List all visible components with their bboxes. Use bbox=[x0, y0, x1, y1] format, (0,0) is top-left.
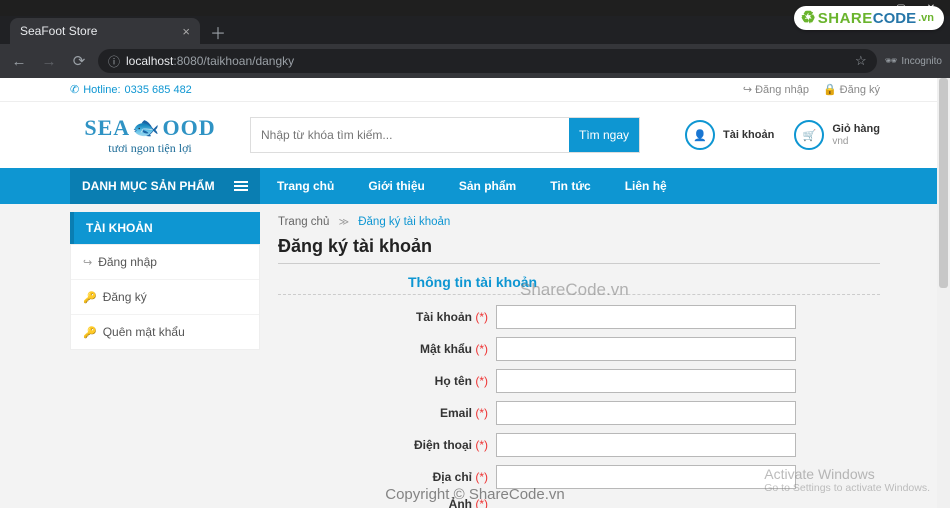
site-logo[interactable]: SEA🐟OOD tươi ngon tiện lợi bbox=[70, 109, 230, 161]
bookmark-icon[interactable]: ☆ bbox=[855, 53, 867, 69]
badge-text-1: SHARE bbox=[818, 10, 873, 27]
cart-link[interactable]: 🛒 Giỏ hàngvnd bbox=[794, 120, 880, 150]
search-button[interactable]: Tìm ngay bbox=[569, 118, 639, 152]
sharecode-badge: ♻ SHARECODE.vn bbox=[794, 6, 944, 30]
sidebar-item-icon: 🔑 bbox=[83, 291, 97, 304]
url-port: :8080 bbox=[173, 54, 203, 68]
sidebar-item-icon: 🔑 bbox=[83, 326, 97, 339]
sidebar-item-label: Đăng ký bbox=[103, 290, 147, 304]
url-host: localhost bbox=[126, 54, 173, 68]
search-form: Tìm ngay bbox=[250, 117, 640, 153]
chevron-right-icon: ≫ bbox=[339, 217, 349, 228]
category-menu-label: DANH MỤC SẢN PHẨM bbox=[82, 179, 215, 193]
field-label: Họ tên (*) bbox=[278, 374, 488, 388]
top-mini-bar: ✆ Hotline: 0335 685 482 ↪Đăng nhập 🔒Đăng… bbox=[0, 78, 950, 102]
hamburger-icon bbox=[234, 181, 248, 191]
form-section-title: Thông tin tài khoản bbox=[278, 274, 880, 295]
field-label: Tài khoản (*) bbox=[278, 310, 488, 324]
search-input[interactable] bbox=[251, 118, 569, 152]
logo-text-sea: SEA bbox=[84, 115, 130, 140]
page-viewport: ✆ Hotline: 0335 685 482 ↪Đăng nhập 🔒Đăng… bbox=[0, 78, 950, 508]
field-label: Điện thoại (*) bbox=[278, 438, 488, 452]
sidebar-item-2[interactable]: 🔑 Quên mật khẩu bbox=[71, 315, 259, 349]
new-tab-button[interactable]: ＋ bbox=[206, 20, 230, 44]
recycle-icon: ♻ bbox=[800, 8, 815, 28]
page-title: Đăng ký tài khoản bbox=[278, 236, 880, 264]
sidebar-item-1[interactable]: 🔑 Đăng ký bbox=[71, 280, 259, 315]
sidebar-item-label: Quên mật khẩu bbox=[103, 325, 185, 339]
top-register-link[interactable]: 🔒Đăng ký bbox=[823, 83, 880, 96]
logo-tagline: tươi ngon tiện lợi bbox=[108, 141, 192, 156]
back-button[interactable]: ← bbox=[8, 50, 30, 72]
breadcrumb-home[interactable]: Trang chủ bbox=[278, 216, 329, 228]
field-label: Địa chỉ (*) bbox=[278, 470, 488, 484]
nav-link-1[interactable]: Giới thiệu bbox=[351, 168, 442, 204]
nav-link-0[interactable]: Trang chủ bbox=[260, 168, 351, 204]
field-label: Email (*) bbox=[278, 406, 488, 420]
form-row-1: Mật khẩu (*) bbox=[278, 337, 880, 361]
cart-icon: 🛒 bbox=[794, 120, 824, 150]
incognito-label: Incognito bbox=[901, 56, 942, 67]
incognito-icon: 🕶 bbox=[885, 56, 898, 67]
breadcrumb: Trang chủ ≫ Đăng ký tài khoản bbox=[278, 212, 880, 236]
scrollbar-thumb[interactable] bbox=[939, 78, 948, 288]
cart-label: Giỏ hàng bbox=[832, 123, 880, 135]
nav-link-3[interactable]: Tin tức bbox=[533, 168, 607, 204]
field-label: Ảnh (*) bbox=[278, 497, 488, 508]
tab-title: SeaFoot Store bbox=[20, 24, 97, 38]
field-input-4[interactable] bbox=[496, 433, 796, 457]
hotline-label: Hotline: bbox=[83, 84, 120, 96]
site-header: SEA🐟OOD tươi ngon tiện lợi Tìm ngay 👤 Tà… bbox=[0, 102, 950, 168]
reload-button[interactable]: ⟳ bbox=[68, 50, 90, 72]
sidebar-item-icon: ↪ bbox=[83, 256, 92, 269]
nav-link-2[interactable]: Sản phẩm bbox=[442, 168, 533, 204]
top-login-link[interactable]: ↪Đăng nhập bbox=[743, 83, 809, 96]
field-input-5[interactable] bbox=[496, 465, 796, 489]
main-content: Trang chủ ≫ Đăng ký tài khoản Đăng ký tà… bbox=[278, 212, 880, 508]
close-tab-icon[interactable]: × bbox=[182, 24, 190, 39]
forward-button[interactable]: → bbox=[38, 50, 60, 72]
category-menu-button[interactable]: DANH MỤC SẢN PHẨM bbox=[70, 168, 260, 204]
account-label: Tài khoản bbox=[723, 129, 774, 141]
form-row-2: Họ tên (*) bbox=[278, 369, 880, 393]
user-icon: 👤 bbox=[685, 120, 715, 150]
browser-tab[interactable]: SeaFoot Store × bbox=[10, 18, 200, 44]
logo-text-ood: OOD bbox=[163, 115, 216, 140]
main-nav: DANH MỤC SẢN PHẨM Trang chủGiới thiệuSản… bbox=[0, 168, 950, 204]
breadcrumb-current: Đăng ký tài khoản bbox=[358, 216, 450, 228]
cart-sub: vnd bbox=[832, 136, 848, 147]
hotline-number: 0335 685 482 bbox=[125, 84, 192, 96]
form-row-4: Điện thoại (*) bbox=[278, 433, 880, 457]
site-info-icon[interactable]: ⓘ bbox=[108, 53, 120, 70]
field-input-0[interactable] bbox=[496, 305, 796, 329]
nav-link-4[interactable]: Liên hệ bbox=[608, 168, 684, 204]
fish-icon: 🐟 bbox=[132, 115, 160, 141]
sidebar-item-label: Đăng nhập bbox=[98, 255, 157, 269]
field-input-2[interactable] bbox=[496, 369, 796, 393]
url-path: /taikhoan/dangky bbox=[203, 54, 294, 68]
badge-text-2: CODE bbox=[873, 10, 916, 27]
form-row-0: Tài khoản (*) bbox=[278, 305, 880, 329]
badge-vn: .vn bbox=[918, 12, 934, 24]
address-bar[interactable]: ⓘ localhost:8080/taikhoan/dangky ☆ bbox=[98, 49, 877, 73]
vertical-scrollbar[interactable] bbox=[937, 78, 950, 508]
form-row-5: Địa chỉ (*) bbox=[278, 465, 880, 489]
top-register-label: Đăng ký bbox=[840, 84, 880, 96]
field-input-1[interactable] bbox=[496, 337, 796, 361]
account-link[interactable]: 👤 Tài khoản bbox=[685, 120, 774, 150]
field-input-3[interactable] bbox=[496, 401, 796, 425]
incognito-indicator: 🕶 Incognito bbox=[885, 56, 942, 67]
browser-toolbar: ← → ⟳ ⓘ localhost:8080/taikhoan/dangky ☆… bbox=[0, 44, 950, 78]
form-row-3: Email (*) bbox=[278, 401, 880, 425]
login-icon: ↪ bbox=[743, 83, 752, 96]
phone-icon: ✆ bbox=[70, 83, 79, 96]
sidebar-title: TÀI KHOẢN bbox=[70, 212, 260, 244]
lock-icon: 🔒 bbox=[823, 83, 837, 96]
sidebar: TÀI KHOẢN ↪ Đăng nhập 🔑 Đăng ký 🔑 Quên mật kh… bbox=[70, 212, 260, 508]
sidebar-item-0[interactable]: ↪ Đăng nhập bbox=[71, 245, 259, 280]
form-row-trailing: Ảnh (*) bbox=[278, 497, 880, 508]
field-label: Mật khẩu (*) bbox=[278, 342, 488, 356]
top-login-label: Đăng nhập bbox=[755, 84, 809, 96]
